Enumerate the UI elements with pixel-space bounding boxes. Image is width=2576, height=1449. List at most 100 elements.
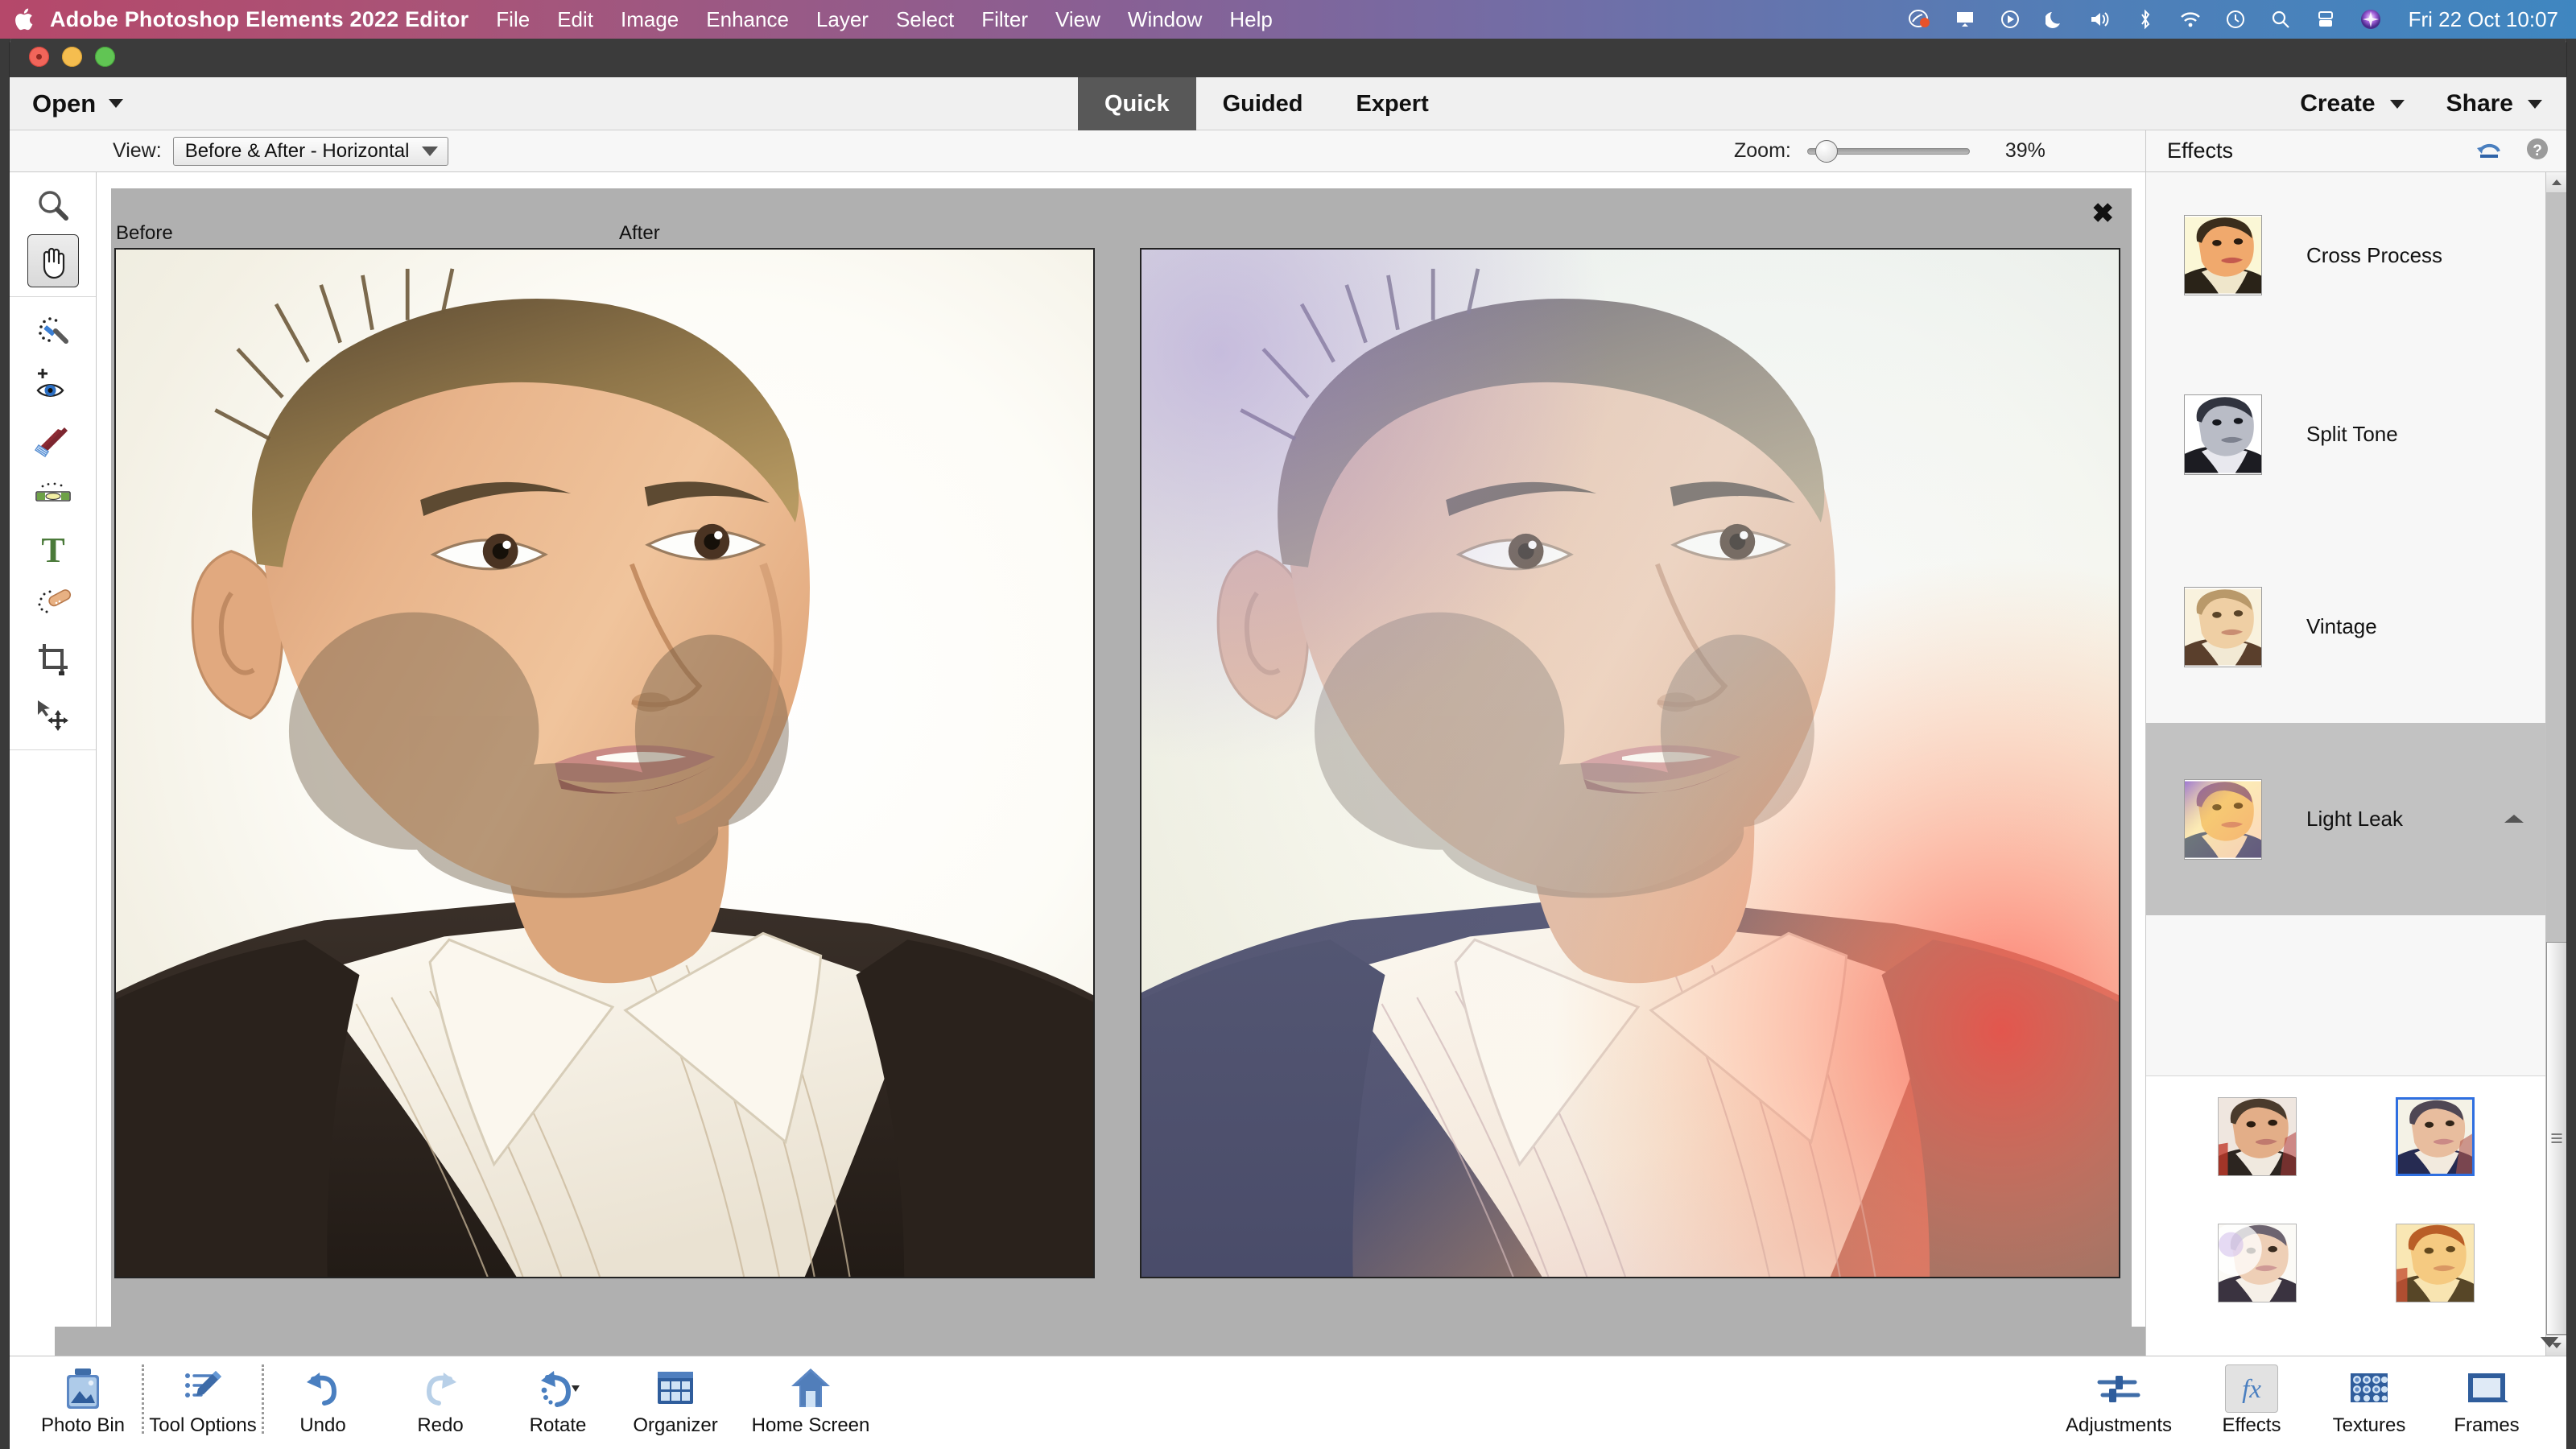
minimize-button[interactable] <box>62 46 82 67</box>
quick-selection-tool[interactable] <box>27 304 79 357</box>
photo-bin-button[interactable]: Photo Bin <box>24 1356 142 1437</box>
adjustments-sliders-icon <box>2096 1364 2141 1413</box>
tab-guided[interactable]: Guided <box>1196 77 1330 130</box>
effect-thumbnail <box>2184 586 2262 667</box>
textures-dots-icon <box>2347 1364 2391 1413</box>
fx-icon: fx <box>2225 1364 2278 1413</box>
scroll-up-button[interactable] <box>2546 172 2566 193</box>
undo-arrow-icon[interactable] <box>2475 137 2504 165</box>
move-tool[interactable] <box>27 687 79 741</box>
menu-view[interactable]: View <box>1055 7 1100 32</box>
menu-enhance[interactable]: Enhance <box>706 7 789 32</box>
wifi-icon[interactable] <box>2178 7 2202 31</box>
organizer-button[interactable]: Organizer <box>617 1356 734 1437</box>
rotate-button[interactable]: Rotate <box>499 1356 617 1437</box>
hand-tool[interactable] <box>27 234 79 287</box>
after-photo[interactable] <box>1140 248 2120 1278</box>
effect-row-vintage[interactable]: Vintage <box>2146 530 2546 723</box>
textures-button[interactable]: Textures <box>2310 1356 2428 1437</box>
app-name-menu[interactable]: Adobe Photoshop Elements 2022 Editor <box>50 7 469 32</box>
volume-icon[interactable] <box>2088 7 2112 31</box>
menu-window[interactable]: Window <box>1128 7 1202 32</box>
screen-mirroring-icon[interactable] <box>1953 7 1977 31</box>
type-tool[interactable]: T <box>27 523 79 576</box>
spotlight-search-icon[interactable] <box>2268 7 2293 31</box>
frames-button[interactable]: Frames <box>2428 1356 2545 1437</box>
view-label: View: <box>113 139 162 162</box>
crop-tool[interactable] <box>27 633 79 686</box>
time-machine-icon[interactable] <box>2223 7 2248 31</box>
tab-quick[interactable]: Quick <box>1078 77 1196 130</box>
adjustments-button[interactable]: Adjustments <box>2045 1356 2193 1437</box>
chevron-down-icon <box>422 146 439 156</box>
tab-expert[interactable]: Expert <box>1329 77 1455 130</box>
image-canvas[interactable]: ✖ Before After <box>111 188 2132 1341</box>
rotate-icon <box>535 1364 581 1413</box>
open-button[interactable]: Open <box>32 89 124 118</box>
panel-collapse-chevron-icon[interactable] <box>2541 1337 2558 1348</box>
effect-row-light-leak[interactable]: Light Leak <box>2146 723 2546 915</box>
light-leak-variant-1[interactable] <box>2217 1097 2297 1176</box>
apple-logo-icon[interactable] <box>0 6 50 32</box>
effects-button[interactable]: fx Effects <box>2193 1356 2310 1437</box>
scrollbar-thumb[interactable] <box>2546 942 2566 1335</box>
menu-bar-clock[interactable]: Fri 22 Oct 10:07 <box>2409 7 2558 32</box>
chevron-down-icon <box>2528 99 2542 109</box>
effects-panel-scrollbar[interactable] <box>2545 172 2566 1356</box>
menu-file[interactable]: File <box>496 7 530 32</box>
photo-bin-corner-tab <box>10 1327 55 1356</box>
spot-healing-brush-tool[interactable] <box>27 578 79 631</box>
organizer-grid-icon <box>654 1364 696 1413</box>
create-button[interactable]: Create <box>2300 90 2405 118</box>
battery-icon[interactable] <box>2314 7 2338 31</box>
undo-button[interactable]: Undo <box>264 1356 382 1437</box>
effect-row-split-tone[interactable]: Split Tone <box>2146 338 2546 530</box>
zoom-slider[interactable] <box>1806 139 1970 163</box>
bottom-toolbar-right: Adjustments fx Effects Textures Frames <box>2045 1356 2545 1437</box>
share-button[interactable]: Share <box>2446 90 2542 118</box>
menu-filter[interactable]: Filter <box>981 7 1028 32</box>
home-screen-button[interactable]: Home Screen <box>734 1356 887 1437</box>
close-icon[interactable]: ✖ <box>2091 200 2114 226</box>
redo-button[interactable]: Redo <box>382 1356 499 1437</box>
straighten-tool[interactable] <box>27 469 79 522</box>
menu-layer[interactable]: Layer <box>816 7 869 32</box>
light-leak-variant-3[interactable] <box>2217 1223 2297 1302</box>
tool-options-button[interactable]: Tool Options <box>144 1356 262 1437</box>
effect-row-cross-process[interactable]: Cross Process <box>2146 172 2546 338</box>
chevron-up-icon[interactable] <box>2503 809 2525 830</box>
svg-text:T: T <box>41 531 64 568</box>
control-center-icon[interactable] <box>1998 7 2022 31</box>
menu-help[interactable]: Help <box>1229 7 1272 32</box>
bottom-toolbar: Photo Bin Tool Options Undo Redo Rotate … <box>10 1356 2566 1449</box>
textures-label: Textures <box>2332 1414 2406 1436</box>
menu-select[interactable]: Select <box>896 7 954 32</box>
mode-bar: Open Quick Guided Expert Create Share <box>10 77 2566 130</box>
siri-icon[interactable] <box>2359 7 2383 31</box>
bluetooth-icon[interactable] <box>2133 7 2157 31</box>
light-leak-variant-4[interactable] <box>2396 1223 2475 1302</box>
effects-panel: Cross Process Split Tone Vintage Light L… <box>2145 172 2566 1356</box>
effect-thumbnail <box>2184 778 2262 860</box>
mode-tabs: Quick Guided Expert <box>1078 77 1455 130</box>
frames-border-icon <box>2465 1364 2508 1413</box>
tool-group-editing: T <box>10 296 96 749</box>
view-select[interactable]: Before & After - Horizontal <box>172 136 449 166</box>
red-eye-removal-tool[interactable] <box>27 359 79 412</box>
zoom-slider-thumb[interactable] <box>1814 139 1838 163</box>
zoom-button[interactable] <box>95 46 115 67</box>
zoom-percentage: 39% <box>2004 139 2046 162</box>
dropbox-icon[interactable] <box>1908 7 1932 31</box>
menu-edit[interactable]: Edit <box>557 7 593 32</box>
whiten-teeth-tool[interactable] <box>27 414 79 467</box>
scrollbar-track[interactable] <box>2546 193 2566 942</box>
do-not-disturb-moon-icon[interactable] <box>2043 7 2067 31</box>
window-controls <box>29 46 115 67</box>
help-question-icon[interactable]: ? <box>2524 136 2550 166</box>
light-leak-variant-2[interactable] <box>2396 1097 2475 1176</box>
zoom-tool[interactable] <box>27 180 79 233</box>
close-button[interactable] <box>29 46 49 67</box>
before-photo[interactable] <box>114 248 1095 1278</box>
tab-quick-label: Quick <box>1104 90 1170 117</box>
menu-image[interactable]: Image <box>621 7 679 32</box>
